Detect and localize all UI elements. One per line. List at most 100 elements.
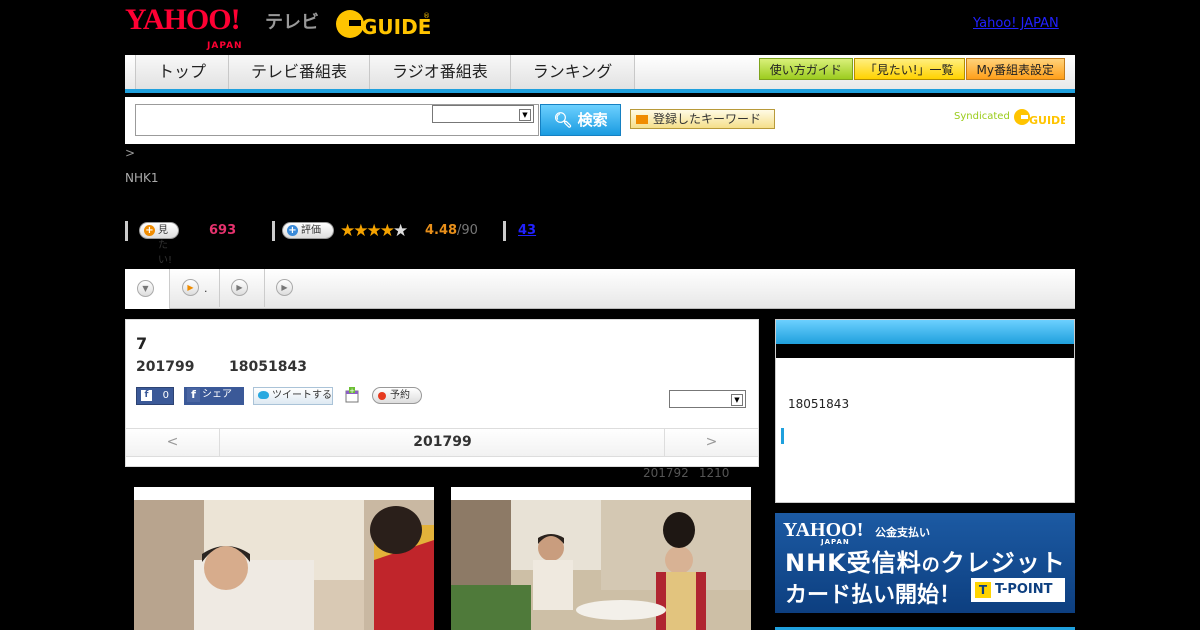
tab-2-label: . [204, 282, 208, 295]
facebook-share-label: シェア [202, 389, 232, 400]
play-icon: ▶ [182, 279, 199, 296]
facebook-share-button[interactable]: f シェア [184, 387, 244, 405]
syndicated-text: Syndicated [954, 111, 1010, 122]
tab-2[interactable]: ▶ . [170, 269, 220, 307]
tpoint-icon: T [975, 582, 991, 598]
star-filled-icon: ★ [340, 221, 355, 241]
tweet-label: ツイートする [272, 390, 332, 401]
svg-text:+: + [349, 387, 355, 395]
nav-tab-ranking[interactable]: ランキング [509, 55, 636, 89]
search-button-label: 検索 [577, 111, 608, 129]
chevron-down-icon: ▼ [519, 109, 531, 121]
facebook-icon: f [141, 390, 152, 401]
keywords-label: 登録したキーワード [653, 112, 762, 126]
rate-button[interactable]: + 評価 [282, 222, 334, 239]
reserve-label: 予約 [390, 390, 410, 401]
tab-1[interactable]: ▼ [125, 269, 170, 309]
guide-button[interactable]: 使い方ガイド [758, 58, 853, 80]
tab-3[interactable]: ▶ [220, 269, 265, 307]
syndicated-logo: Syndicated GUIDE [954, 106, 1065, 126]
banner-yahoo-logo: YAHOO! JAPAN [783, 519, 863, 546]
gguide-logo[interactable]: GUIDE ® [335, 6, 430, 40]
nhk-fee-banner[interactable]: YAHOO! JAPAN 公金支払い NHK受信料のクレジット カード払い開始！… [775, 513, 1075, 613]
program-time: 18051843 [229, 359, 307, 375]
svg-text:GUIDE: GUIDE [1029, 114, 1065, 126]
nav-buttons: 使い方ガイド 「見たい!」一覧 My番組表設定 [758, 58, 1065, 80]
twitter-icon [258, 391, 269, 399]
facebook-like-button[interactable]: f 0 [136, 387, 174, 405]
program-photo-2[interactable] [451, 487, 751, 630]
plus-icon: + [287, 225, 298, 236]
sidebar-marker [781, 428, 784, 444]
program-select[interactable]: ▼ [669, 390, 746, 408]
star-empty-icon: ★ [393, 221, 408, 241]
yahoo-logo[interactable]: YAHOO! JAPAN [125, 5, 242, 52]
date-pager: < 201799 > [126, 428, 758, 457]
tpoint-label: T-POINT [995, 582, 1053, 597]
want-list-button[interactable]: 「見たい!」一覧 [853, 58, 965, 80]
nav-tabs: トップ テレビ番組表 ラジオ番組表 ランキング [135, 55, 636, 89]
update-time: 1210 [698, 466, 730, 480]
my-listings-settings-button[interactable]: My番組表設定 [965, 58, 1065, 80]
registered-keywords-button[interactable]: 登録したキーワード [630, 109, 775, 129]
program-detail: 7 201799 18051843 f 0 f シェア ツイートする + 予約 … [125, 319, 759, 467]
star-filled-icon: ★ [353, 221, 368, 241]
reserve-button[interactable]: 予約 [372, 387, 422, 404]
search-bar: ▼ 🔍︎ 検索 登録したキーワード Syndicated GUIDE [125, 97, 1075, 144]
search-category-select[interactable]: ▼ [432, 105, 534, 123]
arrow-down-icon [636, 115, 648, 124]
nav-tab-tv-listings[interactable]: テレビ番組表 [228, 55, 370, 89]
photo-scene-1 [134, 500, 434, 630]
facebook-like-count: 0 [162, 390, 169, 401]
play-icon: ▶ [231, 279, 248, 296]
rate-label: 評価 [301, 225, 321, 236]
sidebar-panel: 18051843 [775, 319, 1075, 503]
play-icon: ▶ [276, 279, 293, 296]
program-title: 7 [136, 334, 148, 353]
search-button[interactable]: 🔍︎ 検索 [540, 104, 621, 136]
tv-logo[interactable]: テレビ [265, 8, 319, 34]
yahoo-japan-link[interactable]: Yahoo! JAPAN [973, 16, 1059, 31]
rating-value: 4.48 [425, 223, 458, 238]
banner-payment-label: 公金支払い [875, 526, 930, 539]
photo-scene-2 [451, 500, 751, 630]
program-date: 201799 [136, 359, 195, 375]
sidebar-time: 18051843 [788, 397, 850, 411]
tweet-button[interactable]: ツイートする [253, 387, 333, 405]
nav-tab-radio-listings[interactable]: ラジオ番組表 [369, 55, 510, 89]
divider [125, 221, 128, 241]
sidebar-subheader [776, 344, 1074, 358]
rating-count: /90 [457, 223, 478, 238]
program-photo-1[interactable] [134, 487, 434, 630]
tpoint-badge: T T-POINT [971, 578, 1065, 602]
star-filled-icon: ★ [366, 221, 382, 241]
want-label: 見たい! [158, 225, 173, 266]
plus-icon: + [144, 225, 155, 236]
search-icon: 🔍︎ [553, 111, 573, 129]
update-note: 201792 1210 [643, 466, 739, 480]
gguide-small-logo: GUIDE [1014, 109, 1065, 126]
divider [503, 221, 506, 241]
svg-text:®: ® [423, 12, 430, 20]
update-date: 201792 [643, 466, 689, 480]
facebook-icon: f [187, 388, 200, 402]
svg-text:GUIDE: GUIDE [361, 15, 430, 39]
record-icon [378, 392, 386, 400]
banner-nhk-fee: NHK受信料 [785, 549, 922, 577]
banner-headline-2: カード払い開始！ [785, 583, 962, 608]
nav-tab-top[interactable]: トップ [135, 55, 229, 89]
pager-next-button[interactable]: > [664, 429, 758, 457]
breadcrumb[interactable]: > [125, 146, 135, 160]
header: YAHOO! JAPAN テレビ GUIDE ® Yahoo! JAPAN [125, 0, 1075, 52]
want-count: 693 [209, 223, 237, 238]
tab-4[interactable]: ▶ [265, 269, 310, 307]
sidebar-header [776, 320, 1074, 344]
star-rating: ★★★★★ [340, 221, 408, 241]
program-tabs: ▼ ▶ . ▶ ▶ [125, 269, 1075, 309]
add-calendar-icon[interactable]: + [344, 387, 360, 403]
divider [272, 221, 275, 241]
chevron-down-icon: ▼ [731, 394, 743, 406]
reviews-link[interactable]: 43 [518, 223, 536, 238]
want-button[interactable]: + 見たい! [139, 222, 180, 266]
pager-prev-button[interactable]: < [126, 429, 220, 457]
